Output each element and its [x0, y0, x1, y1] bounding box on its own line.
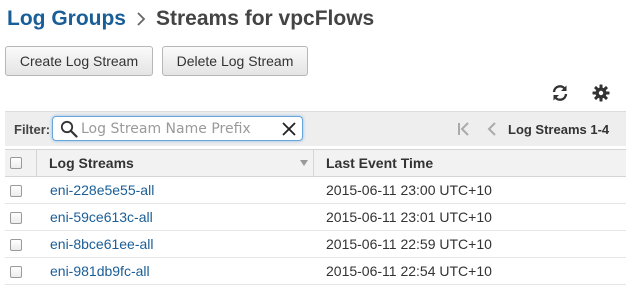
breadcrumb: Log Groups Streams for vpcFlows — [7, 5, 374, 33]
column-header-last-event-time[interactable]: Last Event Time — [326, 155, 433, 171]
gear-icon[interactable] — [590, 82, 612, 104]
log-stream-prefix-filter-input[interactable] — [81, 118, 277, 139]
last-event-time: 2015-06-11 22:59 UTC+10 — [326, 236, 492, 252]
table-row: eni-228e5e55-all 2015-06-11 23:00 UTC+10 — [5, 177, 626, 204]
table-header: Log Streams Last Event Time — [5, 149, 626, 177]
pagination-label: Log Streams 1-4 — [508, 122, 610, 137]
filter-bar: Filter: Log Streams 1-4 — [5, 111, 626, 146]
delete-log-stream-button[interactable]: Delete Log Stream — [162, 46, 308, 76]
refresh-icon[interactable] — [549, 82, 571, 104]
first-page-icon[interactable] — [457, 120, 473, 138]
column-header-label: Log Streams — [49, 155, 134, 171]
row-checkbox[interactable] — [10, 239, 22, 251]
sort-down-icon — [300, 160, 308, 166]
table-row: eni-981db9fc-all 2015-06-11 22:54 UTC+10 — [5, 258, 626, 285]
chevron-right-icon — [126, 11, 156, 27]
page-title: Streams for vpcFlows — [156, 7, 375, 30]
close-icon[interactable] — [281, 121, 297, 137]
log-stream-link[interactable]: eni-8bce61ee-all — [50, 236, 154, 252]
last-event-time: 2015-06-11 23:00 UTC+10 — [326, 182, 492, 198]
table-row: eni-8bce61ee-all 2015-06-11 22:59 UTC+10 — [5, 231, 626, 258]
search-icon — [60, 120, 78, 138]
cloudwatch-log-streams-page: Log Groups Streams for vpcFlows Create L… — [0, 0, 626, 288]
previous-page-icon[interactable] — [487, 120, 499, 138]
row-checkbox[interactable] — [10, 185, 22, 197]
filter-input-container[interactable] — [52, 116, 303, 141]
row-checkbox[interactable] — [10, 266, 22, 278]
filter-label: Filter: — [14, 122, 51, 137]
log-stream-link[interactable]: eni-981db9fc-all — [50, 263, 150, 279]
last-event-time: 2015-06-11 22:54 UTC+10 — [326, 263, 492, 279]
select-all-checkbox[interactable] — [10, 157, 22, 169]
log-stream-link[interactable]: eni-228e5e55-all — [50, 182, 154, 198]
column-header-log-streams[interactable]: Log Streams — [36, 150, 314, 176]
row-checkbox[interactable] — [10, 212, 22, 224]
table-row: eni-59ce613c-all 2015-06-11 23:01 UTC+10 — [5, 204, 626, 231]
breadcrumb-log-groups-link[interactable]: Log Groups — [7, 7, 126, 31]
last-event-time: 2015-06-11 23:01 UTC+10 — [326, 209, 492, 225]
log-stream-link[interactable]: eni-59ce613c-all — [50, 209, 153, 225]
create-log-stream-button[interactable]: Create Log Stream — [5, 46, 153, 76]
